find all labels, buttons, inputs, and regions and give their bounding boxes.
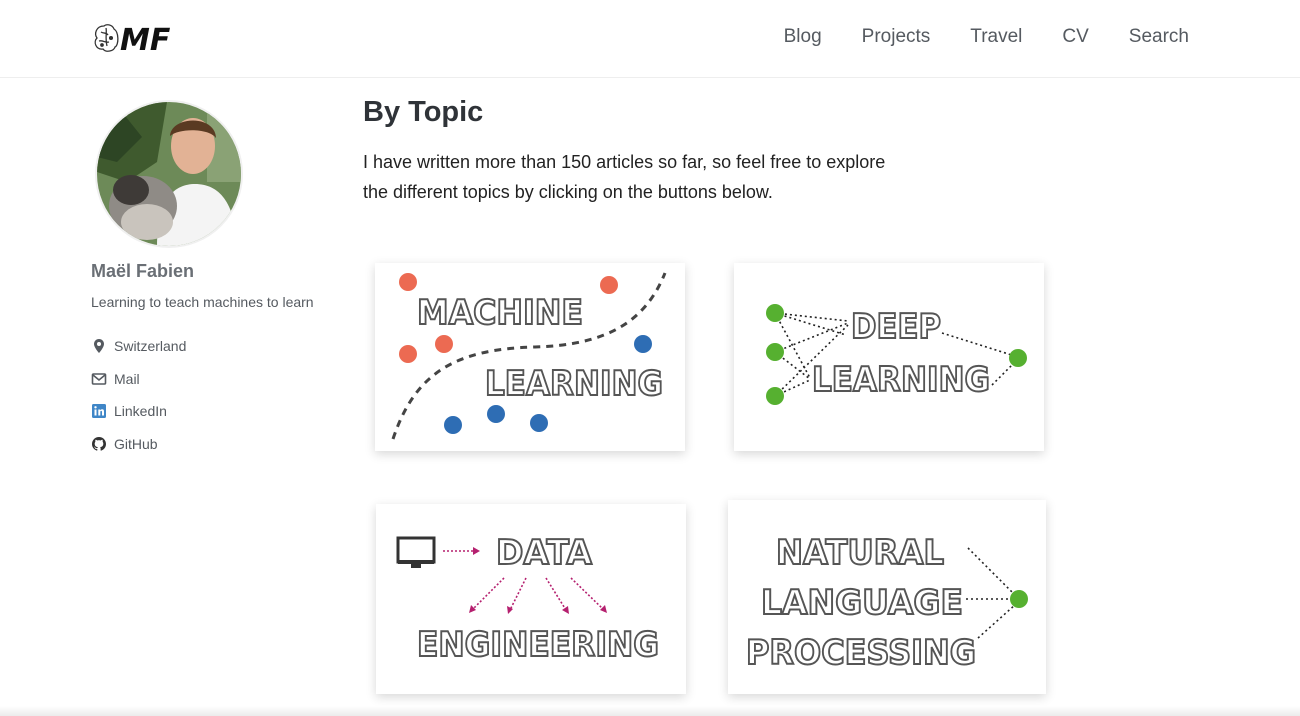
map-marker-icon: [94, 339, 104, 354]
masthead: MF Blog Projects Travel CV Search: [0, 0, 1300, 78]
github-icon: [92, 436, 106, 451]
page-title: By Topic: [363, 96, 484, 128]
network-node: [1009, 349, 1027, 367]
nav-cv[interactable]: CV: [1062, 26, 1088, 48]
location-item: Switzerland: [91, 330, 341, 363]
linkedin-icon: [92, 404, 106, 419]
blue-dot: [634, 335, 652, 353]
topic-card-nlp[interactable]: NATURAL LANGUAGE PROCESSING: [728, 500, 1046, 694]
github-label: GitHub: [114, 435, 158, 452]
logo-text: MF: [120, 23, 171, 56]
card-title-line1: DATA: [496, 533, 593, 573]
topic-card-data-engineering[interactable]: DATA ENGINEERING: [376, 504, 686, 694]
main-content: By Topic I have written more than 150 ar…: [363, 96, 983, 207]
envelope-icon: [91, 372, 107, 385]
card-title-line3: PROCESSING: [746, 633, 976, 673]
intro-line-2: the different topics by clicking on the …: [363, 182, 773, 202]
brain-icon: [94, 24, 119, 52]
card-title-line1: MACHINE: [417, 293, 583, 333]
site-logo[interactable]: MF: [92, 20, 172, 56]
linkedin-link[interactable]: LinkedIn: [91, 395, 341, 428]
location-label: Switzerland: [114, 338, 187, 355]
bottom-shadow: [0, 706, 1300, 716]
topic-card-machine-learning[interactable]: MACHINE LEARNING: [375, 263, 685, 451]
blue-dot: [530, 414, 548, 432]
mail-label: Mail: [114, 370, 140, 387]
red-dot: [399, 345, 417, 363]
author-sidebar: Maël Fabien Learning to teach machines t…: [91, 100, 341, 460]
card-title-line2: LEARNING: [485, 364, 663, 404]
card-title-line2: ENGINEERING: [417, 625, 659, 665]
network-node: [766, 304, 784, 322]
network-node: [766, 343, 784, 361]
nav-blog[interactable]: Blog: [784, 26, 822, 48]
card-title-line1: DEEP: [851, 307, 941, 347]
main-nav: Blog Projects Travel CV Search: [784, 26, 1189, 48]
nav-travel[interactable]: Travel: [970, 26, 1022, 48]
topic-card-deep-learning[interactable]: DEEP LEARNING: [734, 263, 1044, 451]
blue-dot: [487, 405, 505, 423]
red-dot: [399, 273, 417, 291]
network-edges: [966, 547, 1017, 639]
nav-projects[interactable]: Projects: [862, 26, 931, 48]
card-title-line2: LANGUAGE: [761, 583, 963, 623]
intro-text: I have written more than 150 articles so…: [363, 147, 953, 207]
red-dot: [435, 335, 453, 353]
linkedin-label: LinkedIn: [114, 403, 167, 420]
author-bio: Learning to teach machines to learn: [91, 294, 314, 310]
card-title-line2: LEARNING: [812, 360, 990, 400]
author-name: Maël Fabien: [91, 261, 195, 281]
author-links: Switzerland Mail LinkedIn GitHub: [91, 330, 341, 460]
avatar: [95, 100, 243, 248]
network-node: [1010, 590, 1028, 608]
mail-link[interactable]: Mail: [91, 363, 341, 396]
card-title-line1: NATURAL: [776, 533, 944, 573]
red-dot: [600, 276, 618, 294]
network-node: [766, 387, 784, 405]
github-link[interactable]: GitHub: [91, 428, 341, 461]
monitor-icon: [396, 536, 436, 568]
blue-dot: [444, 416, 462, 434]
nav-search[interactable]: Search: [1129, 26, 1189, 48]
intro-line-1: I have written more than 150 articles so…: [363, 152, 886, 172]
